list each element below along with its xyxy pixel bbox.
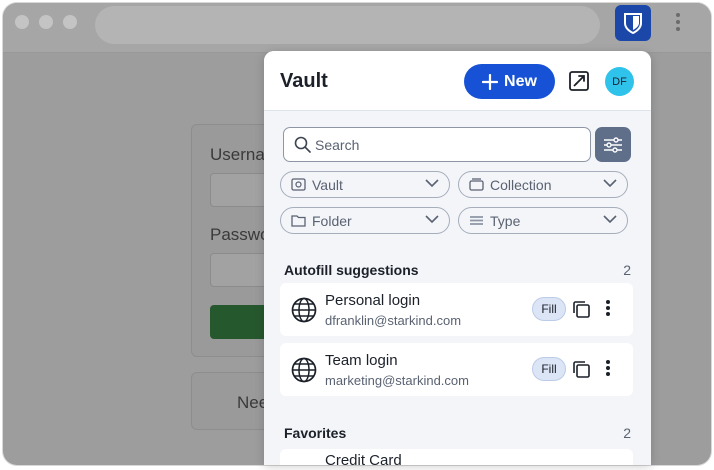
filter-toggle-button[interactable] bbox=[595, 127, 631, 162]
type-filter-dropdown[interactable]: Type bbox=[458, 207, 628, 234]
list-item[interactable]: Personal login dfranklin@starkind.com Fi… bbox=[280, 283, 633, 336]
search-placeholder: Search bbox=[315, 137, 360, 153]
window-maximize-dot[interactable] bbox=[63, 15, 77, 29]
chevron-down-icon bbox=[603, 215, 617, 224]
collection-filter-dropdown[interactable]: Collection bbox=[458, 171, 628, 198]
fill-label: Fill bbox=[541, 362, 557, 376]
favorites-count: 2 bbox=[623, 425, 631, 441]
vault-filter-dropdown[interactable]: Vault bbox=[280, 171, 450, 198]
item-name: Credit Card bbox=[325, 452, 402, 465]
search-input[interactable]: Search bbox=[283, 127, 591, 162]
window-minimize-dot[interactable] bbox=[39, 15, 53, 29]
browser-toolbar bbox=[3, 3, 711, 53]
browser-menu-icon[interactable] bbox=[671, 11, 685, 37]
item-name: Team login bbox=[325, 352, 398, 369]
popup-title: Vault bbox=[280, 70, 328, 92]
folder-filter-dropdown[interactable]: Folder bbox=[280, 207, 450, 234]
fill-button[interactable]: Fill bbox=[532, 357, 566, 381]
collection-filter-label: Collection bbox=[490, 177, 552, 193]
item-username: marketing@starkind.com bbox=[325, 373, 469, 388]
search-icon bbox=[294, 136, 311, 153]
folder-filter-label: Folder bbox=[312, 213, 352, 229]
folder-icon bbox=[291, 215, 306, 227]
globe-icon bbox=[291, 297, 317, 323]
shield-icon bbox=[624, 13, 642, 34]
collection-icon bbox=[469, 178, 484, 191]
popout-icon[interactable] bbox=[567, 69, 591, 93]
vault-popup: Vault New DF Search Vault Collection Fol… bbox=[264, 51, 651, 465]
new-button-label: New bbox=[504, 72, 537, 90]
autofill-heading: Autofill suggestions bbox=[284, 262, 419, 278]
vault-icon bbox=[291, 178, 306, 191]
address-bar[interactable] bbox=[95, 6, 600, 44]
plus-icon bbox=[482, 73, 499, 90]
sliders-icon bbox=[604, 136, 622, 153]
chevron-down-icon bbox=[425, 179, 439, 188]
favorites-heading: Favorites bbox=[284, 425, 347, 441]
copy-icon[interactable] bbox=[572, 360, 591, 379]
new-item-button[interactable]: New bbox=[464, 64, 555, 99]
account-avatar[interactable]: DF bbox=[605, 67, 634, 96]
bitwarden-extension-button[interactable] bbox=[615, 5, 651, 41]
type-filter-label: Type bbox=[490, 213, 521, 229]
list-item[interactable]: Credit Card bbox=[280, 449, 633, 465]
window-close-dot[interactable] bbox=[15, 15, 29, 29]
globe-icon bbox=[291, 357, 317, 383]
vault-filter-label: Vault bbox=[312, 177, 343, 193]
fill-button[interactable]: Fill bbox=[532, 297, 566, 321]
item-username: dfranklin@starkind.com bbox=[325, 313, 462, 328]
chevron-down-icon bbox=[603, 179, 617, 188]
type-icon bbox=[470, 216, 483, 225]
more-options-icon[interactable] bbox=[604, 360, 612, 380]
password-label: Passwo bbox=[210, 225, 270, 244]
username-label: Userna bbox=[210, 145, 265, 164]
item-name: Personal login bbox=[325, 292, 421, 309]
autofill-count: 2 bbox=[623, 262, 631, 278]
copy-icon[interactable] bbox=[572, 300, 591, 319]
fill-label: Fill bbox=[541, 302, 557, 316]
popup-header: Vault New DF bbox=[264, 51, 651, 111]
more-options-icon[interactable] bbox=[604, 300, 612, 320]
avatar-initials: DF bbox=[612, 75, 627, 88]
list-item[interactable]: Team login marketing@starkind.com Fill bbox=[280, 343, 633, 396]
chevron-down-icon bbox=[425, 215, 439, 224]
